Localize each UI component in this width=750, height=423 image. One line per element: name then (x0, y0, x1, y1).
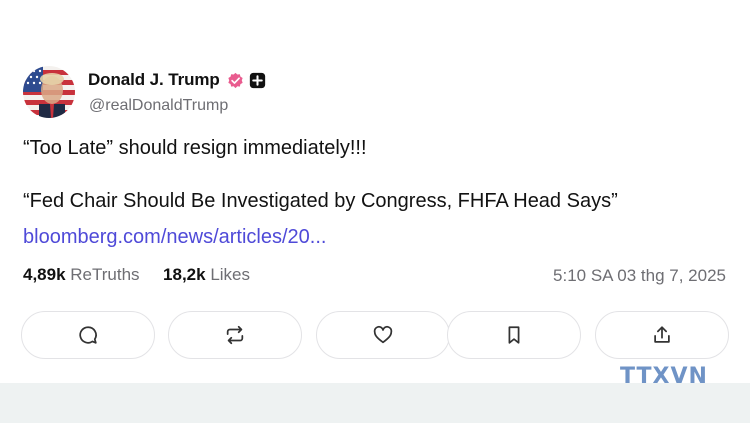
bookmark-icon (508, 326, 520, 344)
bookmark-button[interactable] (447, 311, 581, 359)
avatar[interactable] (23, 66, 75, 118)
retruths-count: 4,89k (23, 265, 66, 284)
likes-stat[interactable]: 18,2k Likes (163, 265, 250, 284)
heart-icon (373, 325, 393, 344)
like-button[interactable] (316, 311, 450, 359)
post-stats: 4,89k ReTruths 18,2k Likes (23, 265, 250, 285)
share-button[interactable] (595, 311, 729, 359)
plus-badge-icon (249, 72, 265, 88)
author-handle[interactable]: @realDonaldTrump (89, 97, 228, 115)
post-timestamp: 5:10 SA 03 thg 7, 2025 (553, 266, 726, 285)
retruths-label: ReTruths (70, 265, 140, 284)
retruths-stat[interactable]: 4,89k ReTruths (23, 265, 144, 284)
likes-count: 18,2k (163, 265, 206, 284)
repost-icon (226, 325, 244, 345)
author-display-name[interactable]: Donald J. Trump (88, 70, 220, 90)
likes-label: Likes (210, 265, 250, 284)
video-top-band (0, 0, 750, 44)
flag-portrait-avatar-icon (23, 66, 75, 118)
reply-button[interactable] (21, 311, 155, 359)
share-icon (654, 326, 670, 343)
ttxvn-watermark: TTXVN (620, 364, 708, 389)
post-text-line-1: “Too Late” should resign immediately!!! (23, 137, 367, 159)
verified-check-icon (228, 72, 243, 88)
video-bottom-band (0, 383, 750, 423)
retruth-button[interactable] (168, 311, 302, 359)
article-link[interactable]: bloomberg.com/news/articles/20... (23, 226, 326, 249)
author-name-row: Donald J. Trump (88, 68, 266, 92)
post-text-line-2: “Fed Chair Should Be Investigated by Con… (23, 190, 618, 212)
comment-icon (79, 326, 97, 344)
post-action-bar (21, 311, 729, 361)
